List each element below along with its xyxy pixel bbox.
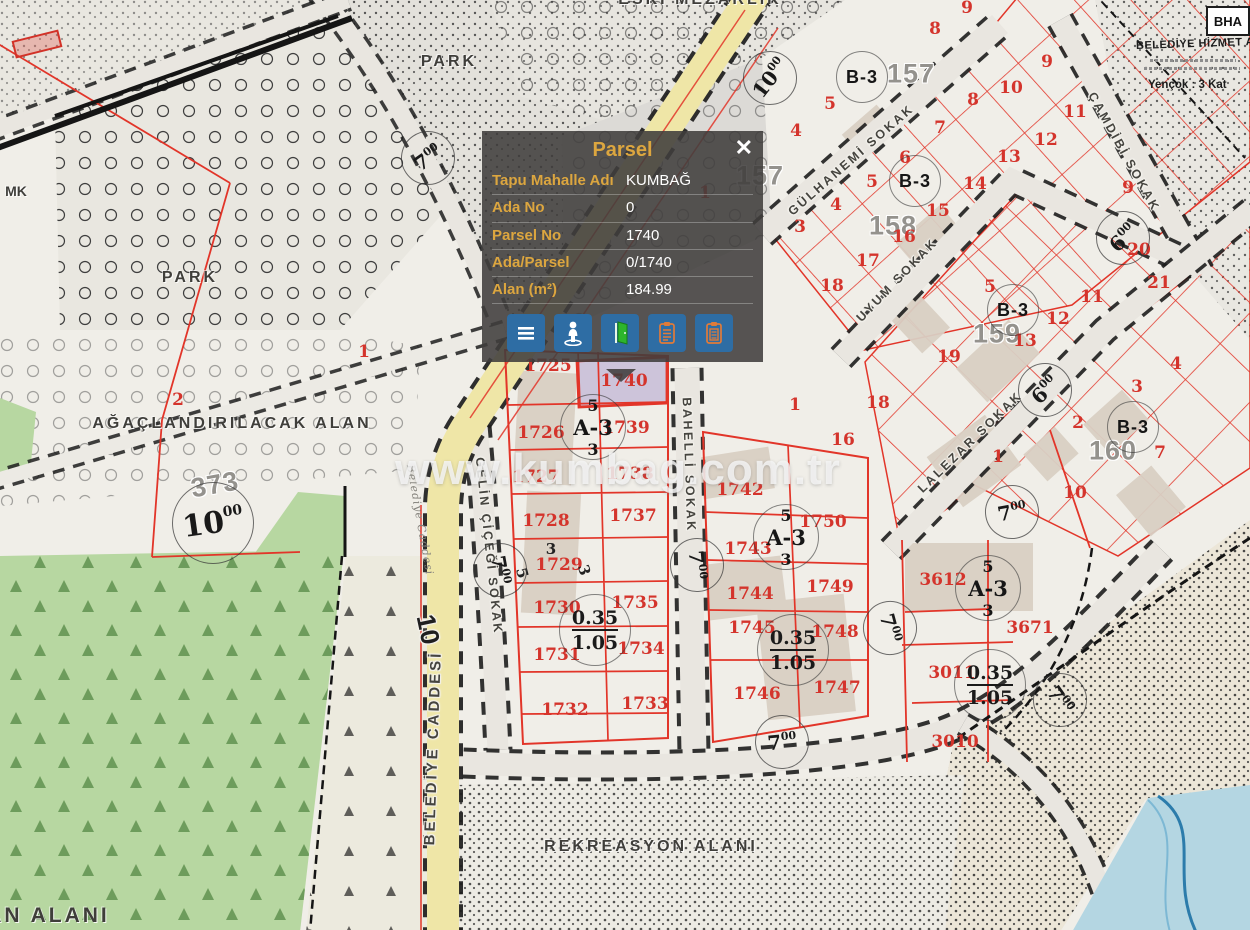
legend-fine-print [1144,67,1240,70]
field-row: Ada No 0 [492,195,753,222]
field-row: Ada/Parsel 0/1740 [492,250,753,277]
popup-toolbar [492,304,753,352]
field-row: Tapu Mahalle Adı KUMBAĞ [492,168,753,195]
field-value: 1740 [626,226,753,246]
field-value: KUMBAĞ [626,171,753,191]
legend-fine-print [1150,59,1236,62]
field-label: Tapu Mahalle Adı [492,171,626,191]
door-icon [608,320,632,346]
popup-pointer [606,369,636,382]
pegman-icon [560,320,586,346]
field-value: 184.99 [626,280,753,300]
field-value: 0 [626,198,753,218]
field-row: Alan (m²) 184.99 [492,277,753,304]
parcel-popup: Parsel ✕ Tapu Mahalle Adı KUMBAĞ Ada No … [482,131,763,362]
field-value: 0/1740 [626,253,753,273]
field-label: Parsel No [492,226,626,246]
selected-parcel-1740[interactable] [577,357,667,407]
legend-bha-box: BHA [1206,6,1250,36]
map-viewer: ESKİ MEZARLIKPARKPARKAĞAÇLANDIRILACAK AL… [0,0,1250,930]
popup-title: Parsel [492,137,753,168]
legend-yencok: Yençok : 3 Kat [1148,79,1227,91]
clipboard-list-icon [655,320,679,346]
menu-button[interactable] [507,314,545,352]
field-label: Ada No [492,198,626,218]
field-label: Alan (m²) [492,280,626,300]
clipboard-list-button[interactable] [648,314,686,352]
field-row: Parsel No 1740 [492,223,753,250]
clipboard-document-icon [702,320,726,346]
door-button[interactable] [601,314,639,352]
menu-icon [514,321,538,345]
clipboard-document-button[interactable] [695,314,733,352]
streetview-button[interactable] [554,314,592,352]
close-icon[interactable]: ✕ [735,137,753,159]
field-label: Ada/Parsel [492,253,626,273]
